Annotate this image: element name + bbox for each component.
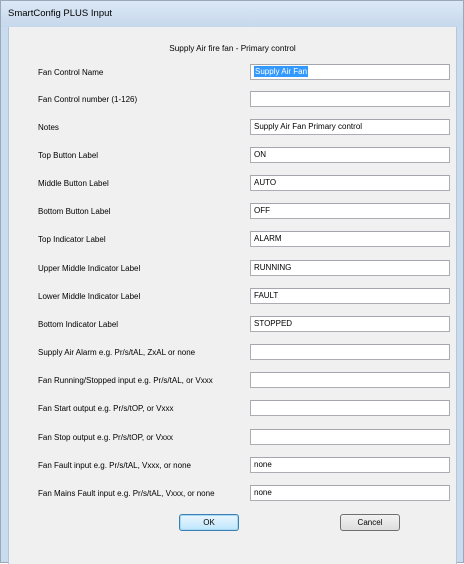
- fan-control-name-label: Fan Control Name: [38, 68, 104, 77]
- fan-running-stopped-input-label: Fan Running/Stopped input e.g. Pr/s/tAL,…: [38, 376, 213, 385]
- form-row-bottom-indicator-label: Bottom Indicator Label STOPPED: [9, 316, 456, 333]
- form-row-top-indicator-label: Top Indicator Label ALARM: [9, 231, 456, 248]
- fan-running-stopped-input-field[interactable]: [250, 372, 450, 388]
- cancel-button[interactable]: Cancel: [340, 514, 400, 531]
- notes-input[interactable]: Supply Air Fan Primary control: [250, 119, 450, 135]
- form-row-bottom-button-label: Bottom Button Label OFF: [9, 203, 456, 220]
- fan-mains-fault-input-field[interactable]: none: [250, 485, 450, 501]
- top-indicator-label-label: Top Indicator Label: [38, 235, 106, 244]
- window-title: SmartConfig PLUS Input: [8, 8, 113, 19]
- form-row-supply-air-alarm: Supply Air Alarm e.g. Pr/s/tAL, ZxAL or …: [9, 344, 456, 361]
- form-row-top-button-label: Top Button Label ON: [9, 147, 456, 164]
- bottom-button-label-input[interactable]: OFF: [250, 203, 450, 219]
- fan-start-output-input[interactable]: [250, 400, 450, 416]
- fan-control-number-label: Fan Control number (1-126): [38, 95, 138, 104]
- fan-start-output-label: Fan Start output e.g. Pr/s/tOP, or Vxxx: [38, 404, 174, 413]
- form-row-fan-start-output: Fan Start output e.g. Pr/s/tOP, or Vxxx: [9, 400, 456, 417]
- upper-middle-indicator-label-label: Upper Middle Indicator Label: [38, 264, 141, 273]
- title-bar[interactable]: SmartConfig PLUS Input: [1, 1, 463, 27]
- fan-control-name-input[interactable]: Supply Air Fan: [250, 64, 450, 80]
- bottom-indicator-label-label: Bottom Indicator Label: [38, 320, 119, 329]
- bottom-indicator-label-input[interactable]: STOPPED: [250, 316, 450, 332]
- form-row-fan-stop-output: Fan Stop output e.g. Pr/s/tOP, or Vxxx: [9, 429, 456, 446]
- ok-button[interactable]: OK: [179, 514, 239, 531]
- form-row-upper-middle-indicator-label: Upper Middle Indicator Label RUNNING: [9, 260, 456, 277]
- top-indicator-label-input[interactable]: ALARM: [250, 231, 450, 247]
- middle-button-label-input[interactable]: AUTO: [250, 175, 450, 191]
- fan-control-number-input[interactable]: [250, 91, 450, 107]
- form-row-fan-mains-fault-input: Fan Mains Fault input e.g. Pr/s/tAL, Vxx…: [9, 485, 456, 502]
- dialog-window: SmartConfig PLUS Input Supply Air fire f…: [0, 0, 464, 564]
- top-button-label-input[interactable]: ON: [250, 147, 450, 163]
- supply-air-alarm-label: Supply Air Alarm e.g. Pr/s/tAL, ZxAL or …: [38, 348, 196, 357]
- fan-stop-output-label: Fan Stop output e.g. Pr/s/tOP, or Vxxx: [38, 433, 174, 442]
- lower-middle-indicator-label-input[interactable]: FAULT: [250, 288, 450, 304]
- form-subtitle: Supply Air fire fan - Primary control: [169, 44, 296, 53]
- middle-button-label-label: Middle Button Label: [38, 179, 109, 188]
- fan-mains-fault-input-label: Fan Mains Fault input e.g. Pr/s/tAL, Vxx…: [38, 489, 215, 498]
- form-row-lower-middle-indicator-label: Lower Middle Indicator Label FAULT: [9, 288, 456, 305]
- upper-middle-indicator-label-input[interactable]: RUNNING: [250, 260, 450, 276]
- form-row-fan-running-stopped-input: Fan Running/Stopped input e.g. Pr/s/tAL,…: [9, 372, 456, 389]
- supply-air-alarm-input[interactable]: [250, 344, 450, 360]
- fan-fault-input-label: Fan Fault input e.g. Pr/s/tAL, Vxxx, or …: [38, 461, 191, 470]
- fan-stop-output-input[interactable]: [250, 429, 450, 445]
- selected-text: Supply Air Fan: [254, 66, 309, 77]
- fan-fault-input-field[interactable]: none: [250, 457, 450, 473]
- top-button-label-label: Top Button Label: [38, 151, 99, 160]
- form-row-fan-control-name: Fan Control Name Supply Air Fan: [9, 64, 456, 81]
- form-row-fan-control-number: Fan Control number (1-126): [9, 91, 456, 108]
- bottom-button-label-label: Bottom Button Label: [38, 207, 111, 216]
- dialog-client-area: Supply Air fire fan - Primary control Fa…: [8, 27, 457, 564]
- form-row-notes: Notes Supply Air Fan Primary control: [9, 119, 456, 136]
- form-row-fan-fault-input: Fan Fault input e.g. Pr/s/tAL, Vxxx, or …: [9, 457, 456, 474]
- notes-label: Notes: [38, 123, 59, 132]
- form-row-middle-button-label: Middle Button Label AUTO: [9, 175, 456, 192]
- lower-middle-indicator-label-label: Lower Middle Indicator Label: [38, 292, 141, 301]
